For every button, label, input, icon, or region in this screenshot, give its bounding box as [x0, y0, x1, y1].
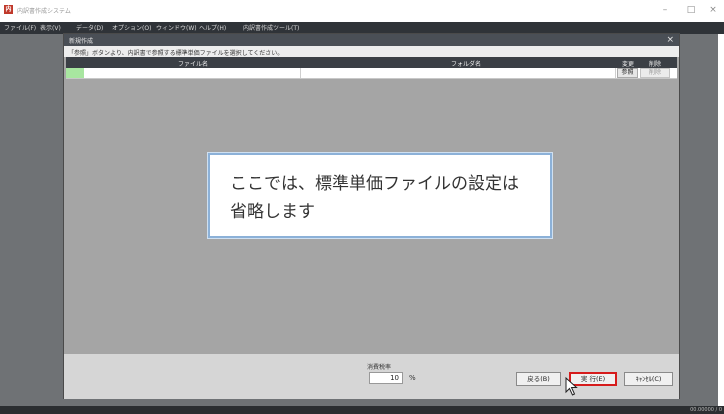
status-bar: 00.00000 / 0 [0, 406, 724, 414]
tax-rate-label: 消費税率 [367, 364, 392, 371]
status-text: 00.00000 / 0 [690, 407, 722, 413]
menu-data[interactable]: データ(D) [76, 23, 103, 32]
menu-file[interactable]: ファイル(F) [4, 23, 36, 32]
table-row[interactable]: 参照 削除 [66, 68, 677, 79]
app-title: 内訳書作成システム [17, 8, 71, 15]
close-button[interactable]: × [706, 4, 720, 16]
mouse-pointer-icon [565, 377, 578, 396]
menu-help[interactable]: ヘルプ(H) [199, 23, 226, 32]
maximize-button[interactable]: □ [684, 4, 698, 16]
minimize-button[interactable]: – [658, 4, 672, 16]
column-divider [300, 68, 301, 78]
menu-view[interactable]: 表示(V) [40, 23, 61, 32]
column-folder-name: フォルダ名 [451, 61, 482, 68]
dialog-footer: 消費税率 10 % 戻る(B) 実 行(E) ｷｬﾝｾﾙ(C) [64, 354, 679, 399]
callout-line-1: ここでは、標準単価ファイルの設定は [230, 174, 519, 194]
menu-tools[interactable]: 内訳書作成ツール(T) [243, 23, 299, 32]
delete-row-button: 削除 [640, 68, 670, 78]
app-logo-icon: 内 [4, 5, 13, 14]
file-table-header: ファイル名 フォルダ名 変更 削除 [66, 57, 677, 68]
column-delete: 削除 [649, 61, 662, 68]
menu-window[interactable]: ウィンドウ(W) [156, 23, 197, 32]
window-edge [718, 34, 724, 406]
tax-rate-input[interactable]: 10 [369, 372, 403, 384]
annotation-callout: ここでは、標準単価ファイルの設定は 省略します [208, 153, 552, 238]
callout-text: ここでは、標準単価ファイルの設定は 省略します [230, 170, 540, 226]
menu-options[interactable]: オプション(O) [112, 23, 151, 32]
column-change: 変更 [622, 61, 635, 68]
row-selection-marker [66, 68, 84, 78]
dialog-titlebar: 新規作成 × [64, 34, 679, 46]
dialog-close-button[interactable]: × [666, 34, 674, 46]
cancel-button[interactable]: ｷｬﾝｾﾙ(C) [624, 372, 673, 386]
callout-line-2: 省略します [230, 202, 315, 222]
browse-button[interactable]: 参照 [617, 68, 638, 78]
app-titlebar: 内 内訳書作成システム – □ × [0, 0, 724, 22]
instruction-bar: 「参照」ボタンより、内訳書で参照する標準単価ファイルを選択してください。 [64, 46, 679, 57]
tax-rate-unit: % [409, 374, 416, 382]
column-file-name: ファイル名 [178, 61, 209, 68]
dialog-title: 新規作成 [69, 38, 94, 45]
back-button[interactable]: 戻る(B) [516, 372, 561, 386]
instruction-text: 「参照」ボタンより、内訳書で参照する標準単価ファイルを選択してください。 [68, 50, 284, 57]
column-divider [615, 68, 616, 78]
